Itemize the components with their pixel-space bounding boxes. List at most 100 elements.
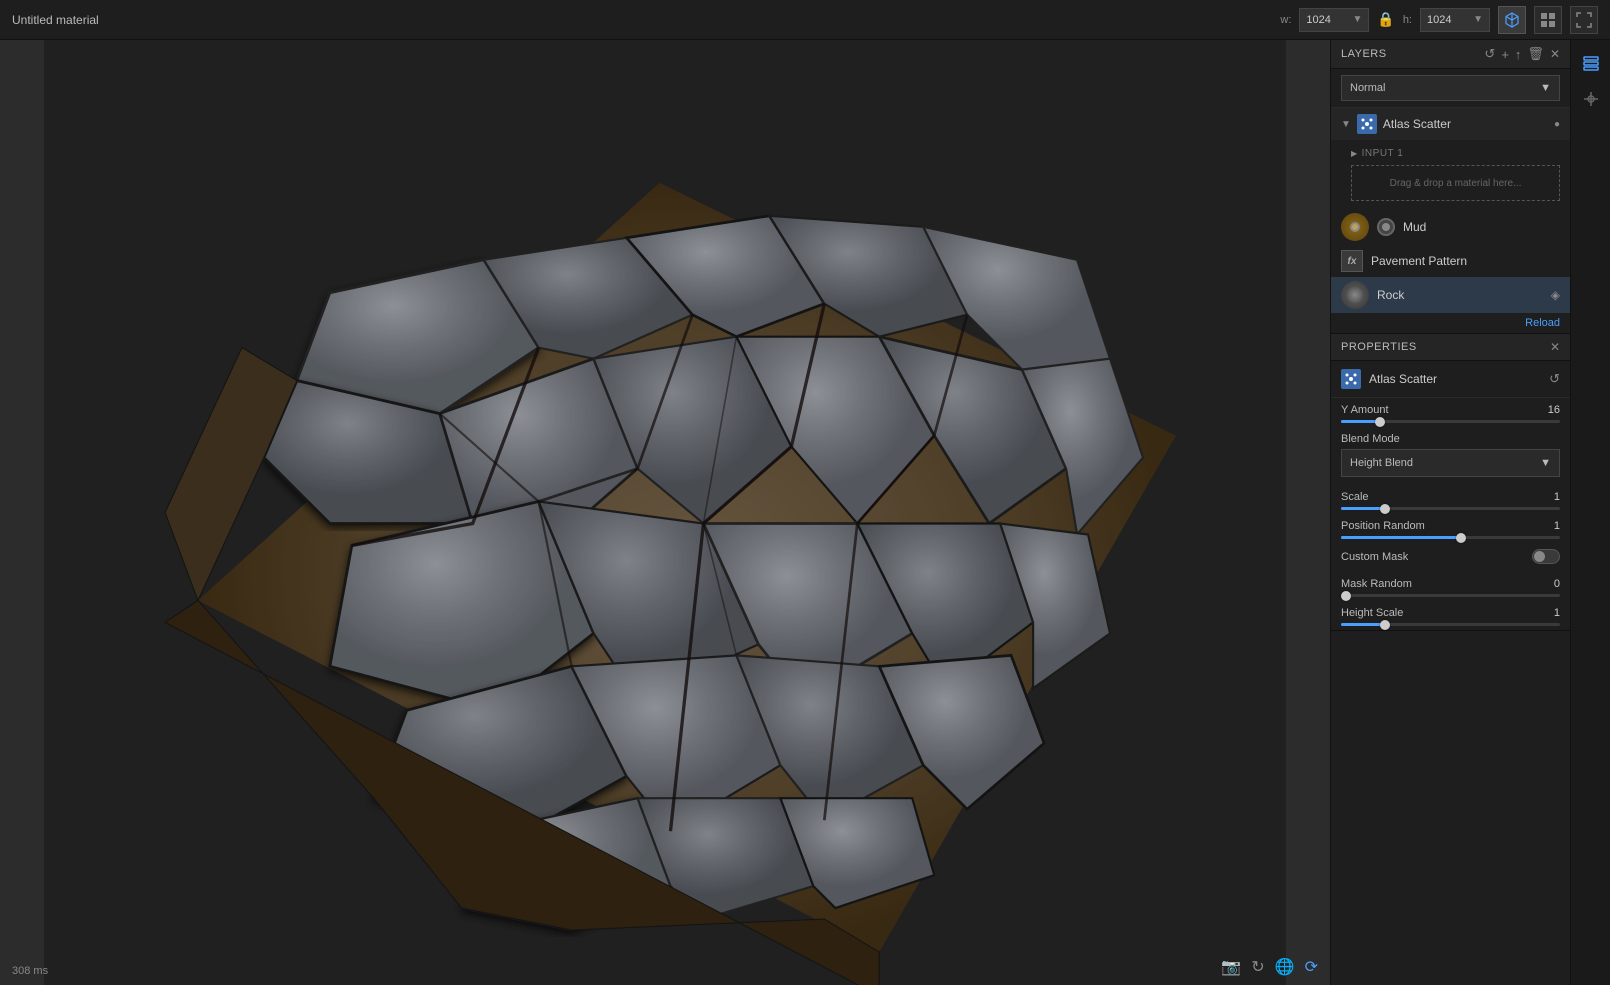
layers-refresh-icon[interactable]: ↺	[1484, 46, 1495, 62]
atlas-dot-icon: ●	[1554, 119, 1560, 130]
height-scale-fill	[1341, 623, 1385, 626]
layers-panel-icon[interactable]	[1576, 48, 1606, 78]
height-scale-thumb[interactable]	[1380, 620, 1390, 630]
y-amount-value: 16	[1548, 404, 1560, 416]
viewport[interactable]: 308 ms 📷 ↻ 🌐 ⟳	[0, 40, 1330, 985]
layers-delete-icon[interactable]: 🗑	[1527, 46, 1544, 62]
layers-panel-header: LAYERS ↺ + ↑ 🗑 ✕	[1331, 40, 1570, 69]
mask-random-thumb[interactable]	[1341, 591, 1351, 601]
layers-title: LAYERS	[1341, 48, 1387, 60]
mud-icon-badge	[1377, 218, 1395, 236]
globe-icon[interactable]: 🌐	[1275, 957, 1295, 977]
viewport-status: 308 ms	[12, 965, 48, 977]
y-amount-thumb[interactable]	[1375, 417, 1385, 427]
custom-mask-property: Custom Mask	[1331, 543, 1570, 572]
height-scale-slider[interactable]	[1341, 623, 1560, 626]
properties-close-icon[interactable]: ✕	[1550, 340, 1560, 354]
props-blend-mode-label: Blend Mode	[1341, 433, 1400, 445]
rock-visibility-icon[interactable]: ◈	[1551, 288, 1560, 302]
props-reset-icon[interactable]: ↺	[1549, 371, 1560, 387]
main-content: 308 ms 📷 ↻ 🌐 ⟳ LAYERS ↺ + ↑ 🗑 ✕	[0, 40, 1610, 985]
lock-icon[interactable]: 🔒	[1377, 11, 1394, 28]
refresh-icon[interactable]: ⟳	[1305, 957, 1318, 977]
atlas-expand-arrow: ▼	[1341, 119, 1351, 130]
position-random-label: Position Random	[1341, 520, 1425, 532]
fx-layer-row[interactable]: fx Pavement Pattern	[1331, 245, 1570, 277]
rock-layer-name: Rock	[1377, 288, 1543, 302]
properties-atlas-row: Atlas Scatter ↺	[1331, 361, 1570, 398]
scale-thumb[interactable]	[1380, 504, 1390, 514]
mask-random-value: 0	[1554, 578, 1560, 590]
layers-panel: LAYERS ↺ + ↑ 🗑 ✕ Normal ▼ ▼	[1331, 40, 1570, 334]
blend-mode-property: Blend Mode Height Blend ▼	[1331, 427, 1570, 485]
props-atlas-label: Atlas Scatter	[1369, 372, 1541, 386]
atlas-scatter-row[interactable]: ▼ Atlas Scatter ●	[1331, 108, 1570, 140]
topbar: Untitled material w: 1024 ▼ 🔒 h: 1024 ▼	[0, 0, 1610, 40]
atlas-icon	[1357, 114, 1377, 134]
atlas-scatter-name: Atlas Scatter	[1383, 117, 1548, 131]
width-label: w:	[1280, 14, 1291, 26]
position-random-slider[interactable]	[1341, 536, 1560, 539]
rock-layer-row[interactable]: Rock ◈	[1331, 277, 1570, 313]
far-right-strip	[1570, 40, 1610, 985]
fx-badge: fx	[1341, 250, 1363, 272]
mask-random-property: Mask Random 0	[1331, 572, 1570, 601]
properties-panel-header: PROPERTIES ✕	[1331, 334, 1570, 361]
cube-view-button[interactable]	[1498, 6, 1526, 34]
y-amount-property: Y Amount 16	[1331, 398, 1570, 427]
scale-value: 1	[1554, 491, 1560, 503]
custom-mask-knob	[1534, 551, 1545, 562]
position-random-property: Position Random 1	[1331, 514, 1570, 543]
y-amount-label: Y Amount	[1341, 404, 1389, 416]
position-random-value: 1	[1554, 520, 1560, 532]
rotate-icon[interactable]: ↻	[1251, 957, 1264, 977]
mud-layer-name: Mud	[1403, 220, 1560, 234]
right-panels: LAYERS ↺ + ↑ 🗑 ✕ Normal ▼ ▼	[1330, 40, 1570, 985]
blend-mode-arrow: ▼	[1540, 82, 1551, 94]
custom-mask-toggle[interactable]	[1532, 549, 1560, 564]
height-input[interactable]: 1024 ▼	[1420, 8, 1490, 32]
terrain-canvas	[0, 40, 1330, 985]
layers-add-icon[interactable]: +	[1501, 47, 1509, 62]
position-random-fill	[1341, 536, 1461, 539]
custom-mask-label: Custom Mask	[1341, 551, 1408, 563]
input-tri-icon: ▶	[1351, 149, 1358, 158]
blend-mode-row: Normal ▼	[1331, 69, 1570, 108]
reload-link[interactable]: Reload	[1331, 313, 1570, 333]
window-title: Untitled material	[12, 13, 99, 27]
properties-panel: PROPERTIES ✕ Atlas Scatter ↺	[1331, 334, 1570, 631]
properties-panel-icon[interactable]	[1576, 84, 1606, 114]
width-arrow: ▼	[1352, 14, 1362, 25]
props-atlas-icon	[1341, 369, 1361, 389]
rock-thumbnail	[1341, 281, 1369, 309]
properties-title: PROPERTIES	[1341, 341, 1417, 353]
position-random-thumb[interactable]	[1456, 533, 1466, 543]
props-blend-mode-select[interactable]: Height Blend ▼	[1341, 449, 1560, 477]
input-label: ▶ INPUT 1	[1351, 144, 1560, 161]
scale-slider[interactable]	[1341, 507, 1560, 510]
fullscreen-button[interactable]	[1570, 6, 1598, 34]
mask-random-slider[interactable]	[1341, 594, 1560, 597]
drop-zone[interactable]: Drag & drop a material here...	[1351, 165, 1560, 201]
fx-layer-name: Pavement Pattern	[1371, 254, 1560, 268]
props-blend-arrow: ▼	[1540, 457, 1551, 469]
height-scale-label: Height Scale	[1341, 607, 1403, 619]
viewport-bottom-icons: 📷 ↻ 🌐 ⟳	[1221, 957, 1318, 977]
camera-icon[interactable]: 📷	[1221, 957, 1241, 977]
height-arrow: ▼	[1473, 14, 1483, 25]
height-scale-property: Height Scale 1	[1331, 601, 1570, 630]
mask-random-label: Mask Random	[1341, 578, 1412, 590]
y-amount-slider[interactable]	[1341, 420, 1560, 423]
height-scale-value: 1	[1554, 607, 1560, 619]
width-input[interactable]: 1024 ▼	[1299, 8, 1369, 32]
height-label: h:	[1403, 14, 1412, 26]
blend-mode-select[interactable]: Normal ▼	[1341, 75, 1560, 101]
scale-property: Scale 1	[1331, 485, 1570, 514]
mud-layer-row[interactable]: Mud	[1331, 209, 1570, 245]
grid-view-button[interactable]	[1534, 6, 1562, 34]
layers-export-icon[interactable]: ↑	[1515, 47, 1522, 62]
topbar-controls: w: 1024 ▼ 🔒 h: 1024 ▼	[1280, 6, 1598, 34]
layers-close-icon[interactable]: ✕	[1550, 47, 1560, 61]
scale-label: Scale	[1341, 491, 1369, 503]
mud-thumbnail	[1341, 213, 1369, 241]
